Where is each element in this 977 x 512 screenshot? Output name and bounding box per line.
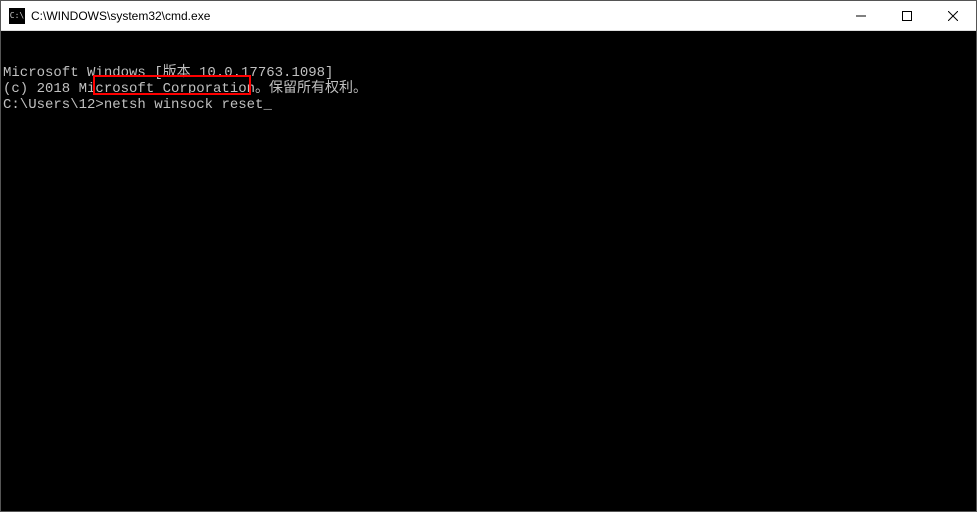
window-title: C:\WINDOWS\system32\cmd.exe bbox=[31, 9, 838, 23]
terminal-prompt-line: C:\Users\12>netsh winsock reset_ bbox=[3, 97, 976, 113]
cursor: _ bbox=[263, 97, 271, 113]
minimize-button[interactable] bbox=[838, 1, 884, 30]
terminal-output-line: Microsoft Windows [版本 10.0.17763.1098] bbox=[3, 65, 976, 81]
terminal-area[interactable]: Microsoft Windows [版本 10.0.17763.1098](c… bbox=[1, 31, 976, 511]
cmd-window: C:\ C:\WINDOWS\system32\cmd.exe Microsof… bbox=[0, 0, 977, 512]
titlebar[interactable]: C:\ C:\WINDOWS\system32\cmd.exe bbox=[1, 1, 976, 31]
prompt-text: C:\Users\12> bbox=[3, 97, 104, 113]
close-button[interactable] bbox=[930, 1, 976, 30]
maximize-button[interactable] bbox=[884, 1, 930, 30]
terminal-output-line: (c) 2018 Microsoft Corporation。保留所有权利。 bbox=[3, 81, 976, 97]
command-text: netsh winsock reset bbox=[104, 97, 264, 113]
cmd-icon: C:\ bbox=[9, 8, 25, 24]
window-controls bbox=[838, 1, 976, 30]
